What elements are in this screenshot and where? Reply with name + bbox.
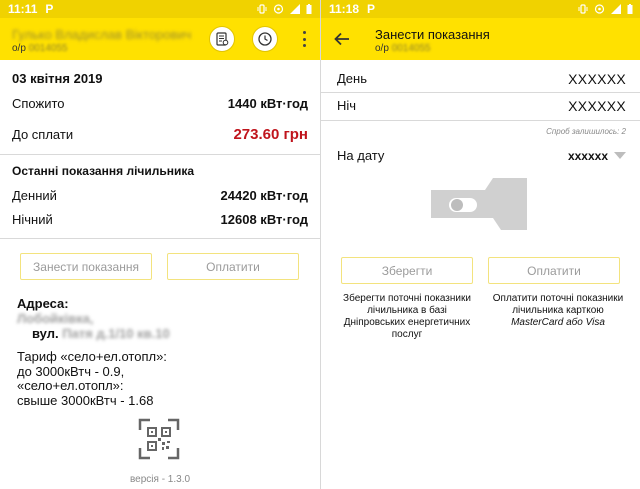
- day-reading-field[interactable]: День XXXXXX: [337, 71, 626, 87]
- to-pay-label: До сплати: [12, 127, 74, 142]
- back-arrow-icon[interactable]: [333, 30, 351, 48]
- pay-desc-line: лічильника карткою: [512, 305, 604, 316]
- vibrate-icon: [578, 4, 588, 14]
- save-desc-line: Дніпровських енергетичних: [343, 317, 471, 328]
- night-reading-field[interactable]: Ніч XXXXXX: [337, 98, 626, 114]
- app-bar: Занести показання о/р 0014055: [321, 18, 640, 60]
- account-prefix: о/р: [12, 43, 26, 54]
- street-prefix: вул.: [32, 326, 59, 341]
- enter-readings-screen: 11:18 P Занести показання о/р 0014055 Де…: [320, 0, 640, 489]
- history-button[interactable]: [252, 26, 278, 52]
- save-button[interactable]: Зберегти: [341, 257, 473, 284]
- day-reading-label: День: [337, 71, 367, 86]
- night-meter-row: Нічний 12608 кВт·год: [12, 212, 308, 227]
- app-notification-icon: P: [367, 2, 376, 16]
- divider: [321, 120, 640, 121]
- app-bar: Гулько Владислав Вікторович о/р 0014055: [0, 18, 320, 60]
- consumed-row: Спожито 1440 кВт·год: [12, 96, 308, 111]
- tariff-line: до 3000кВтч - 0.9,: [17, 363, 125, 379]
- vibrate-icon: [257, 4, 267, 14]
- date-selector[interactable]: На дату xxxxxx: [337, 148, 626, 163]
- readings-date: 03 квітня 2019: [12, 71, 103, 86]
- night-meter-label: Нічний: [12, 212, 53, 227]
- consumed-label: Спожито: [12, 96, 65, 111]
- night-meter-value: 12608 кВт·год: [220, 212, 308, 227]
- pay-button[interactable]: Оплатити: [167, 253, 299, 280]
- battery-icon: [627, 4, 633, 14]
- tariff-line: свыше 3000кВтч - 1.68: [17, 392, 154, 408]
- address-city: Лобойківка,: [17, 311, 94, 326]
- tariff-line: «село+ел.отопл»:: [17, 378, 124, 393]
- pay-desc-line: MasterCard або Visa: [511, 317, 605, 328]
- enter-readings-button[interactable]: Занести показання: [20, 253, 152, 280]
- receipt-button[interactable]: [209, 26, 235, 52]
- toggle-switch-icon: [431, 178, 527, 230]
- save-description: Зберегти поточні показники лічильника в …: [335, 293, 479, 341]
- account-value: 0014055: [28, 43, 68, 54]
- status-time: 11:11: [8, 2, 38, 16]
- clock-icon: [258, 32, 272, 46]
- account-prefix: о/р: [375, 43, 389, 54]
- address-label: Адреса:: [17, 296, 69, 311]
- dropdown-arrow-icon: [614, 152, 626, 159]
- wifi-icon: [273, 4, 284, 14]
- screen-title: Занести показання: [375, 27, 490, 42]
- tariff-line: Тариф «село+ел.отопл»:: [17, 349, 167, 364]
- tariff-info: Тариф «село+ел.отопл»: до 3000кВтч - 0.9…: [17, 349, 167, 408]
- signal-icon: [290, 4, 300, 14]
- qr-code-icon[interactable]: [138, 418, 180, 460]
- attempts-hint: Спроб залишилось: 2: [546, 127, 626, 136]
- save-desc-line: послуг: [391, 329, 423, 340]
- day-meter-label: Денний: [12, 188, 57, 203]
- account-number: о/р 0014055: [12, 43, 68, 54]
- signal-icon: [611, 4, 621, 14]
- status-bar: 11:18 P: [321, 0, 640, 18]
- save-desc-line: Зберегти поточні показники: [343, 293, 471, 304]
- pay-description: Оплатити поточні показники лічильника ка…: [485, 293, 631, 329]
- receipt-icon: [216, 32, 229, 46]
- status-icons: [578, 4, 633, 14]
- divider: [0, 238, 320, 239]
- save-desc-line: лічильника в базі: [367, 305, 447, 316]
- status-icons: [257, 4, 312, 14]
- account-value: 0014055: [391, 43, 431, 54]
- home-screen: 11:11 P Гулько Владислав Вікторович о/р …: [0, 0, 320, 489]
- pay-desc-line: Оплатити поточні показники: [492, 293, 624, 304]
- date-dropdown[interactable]: xxxxxx: [568, 149, 626, 163]
- day-meter-value: 24420 кВт·год: [220, 188, 308, 203]
- to-pay-amount: 273.60 грн: [233, 126, 308, 143]
- meter-section-title: Останні показання лічильника: [12, 164, 195, 178]
- wifi-icon: [594, 4, 605, 14]
- pay-button[interactable]: Оплатити: [488, 257, 620, 284]
- night-reading-input[interactable]: XXXXXX: [568, 98, 626, 114]
- battery-icon: [306, 4, 312, 14]
- date-label: На дату: [337, 148, 385, 163]
- app-notification-icon: P: [45, 2, 54, 16]
- divider: [321, 92, 640, 93]
- date-value: xxxxxx: [567, 148, 608, 163]
- divider: [0, 154, 320, 155]
- to-pay-row: До сплати 273.60 грн: [12, 126, 308, 143]
- day-meter-row: Денний 24420 кВт·год: [12, 188, 308, 203]
- more-vert-icon[interactable]: [302, 31, 306, 47]
- app-version: версія - 1.3.0: [129, 474, 191, 485]
- address-street: вул. Патя д.1/10 кв.10: [32, 326, 170, 341]
- consumed-value: 1440 кВт·год: [227, 96, 308, 111]
- status-time: 11:18: [329, 2, 360, 16]
- street-value: Патя д.1/10 кв.10: [62, 326, 170, 341]
- day-reading-input[interactable]: XXXXXX: [568, 71, 626, 87]
- user-name: Гулько Владислав Вікторович: [12, 27, 192, 42]
- account-number: о/р 0014055: [375, 43, 431, 54]
- night-reading-label: Ніч: [337, 98, 357, 113]
- status-bar: 11:11 P: [0, 0, 320, 18]
